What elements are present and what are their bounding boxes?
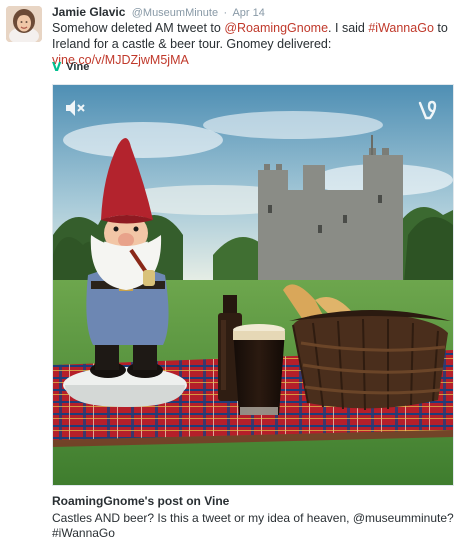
vine-icon: V xyxy=(52,60,62,74)
tweet-text-part: . I said xyxy=(328,21,369,35)
tweet-timestamp[interactable]: Apr 14 xyxy=(232,7,264,19)
tweet-text-part: Somehow deleted AM tweet to xyxy=(52,21,225,35)
author-handle[interactable]: @MuseumMinute xyxy=(132,7,218,19)
vine-logo-glyph xyxy=(418,100,437,120)
avatar-image xyxy=(6,6,42,42)
vine-logo-icon xyxy=(417,99,439,121)
card-description: Castles AND beer? Is this a tweet or my … xyxy=(52,511,454,540)
hashtag-link[interactable]: #iWannaGo xyxy=(368,21,434,35)
author-name[interactable]: Jamie Glavic xyxy=(52,5,125,19)
card-source[interactable]: V Vine xyxy=(52,58,89,76)
tweet-header: Jamie Glavic @MuseumMinute · Apr 14 xyxy=(52,5,265,21)
avatar[interactable] xyxy=(6,6,42,42)
mute-icon-glyph xyxy=(66,100,85,116)
header-separator: · xyxy=(223,7,228,19)
mute-icon[interactable] xyxy=(65,99,87,117)
mention-link[interactable]: @RoamingGnome xyxy=(224,21,328,35)
vine-video[interactable] xyxy=(52,84,454,486)
card-title[interactable]: RoamingGnome's post on Vine xyxy=(52,494,229,508)
tweet: Jamie Glavic @MuseumMinute · Apr 14 Some… xyxy=(0,0,460,546)
video-frame xyxy=(53,85,453,485)
tweet-text: Somehow deleted AM tweet to @RoamingGnom… xyxy=(52,20,452,68)
card-source-label: Vine xyxy=(66,61,90,73)
